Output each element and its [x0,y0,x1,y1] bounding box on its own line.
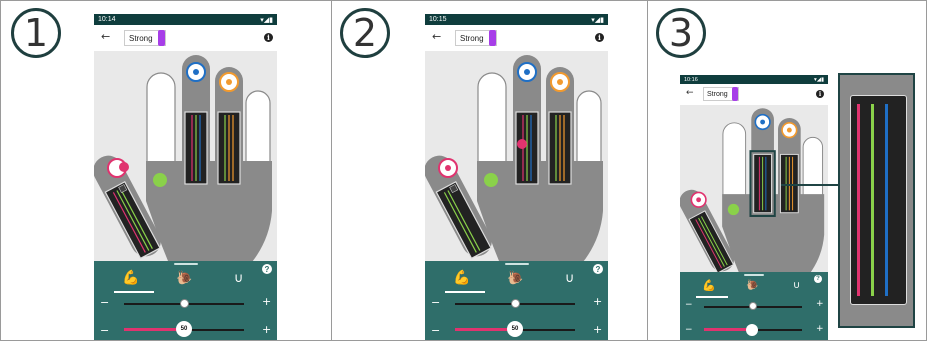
intensity-value[interactable]: 50 [176,321,192,337]
muscle-arm-icon[interactable]: 💪 [453,270,470,286]
increase-button-1[interactable]: + [593,295,602,308]
decrease-button-1[interactable]: − [431,296,440,309]
electrode-pink-dragged [119,162,129,172]
help-icon[interactable]: ? [593,264,603,274]
intensity-value[interactable] [746,324,758,336]
step-panel-3: 3 10:16 ▾◢▮ ← Strong i 💪 🐌 ∪ ? − + − + [647,0,927,341]
phone-screen-1: 10:14 ▾◢▮ ← Strong i 💪 🐌 ∪ ? − + − 50 + [94,14,277,340]
decrease-button-2[interactable]: − [431,324,440,337]
top-toolbar: ← Strong i [94,25,277,51]
top-toolbar: ← Strong i [425,25,608,51]
active-tab-indicator [114,291,154,293]
active-tab-indicator [696,296,728,298]
info-icon[interactable]: i [816,90,824,98]
active-tab-indicator [445,291,485,293]
electrode-pink-dropped [517,139,527,149]
hand-diagram [680,108,825,284]
step-panel-1: 1 10:14 ▾◢▮ ← Strong i 💪 🐌 ∪ ? − + − 50 … [0,0,332,341]
status-icons: ▾◢▮ [813,76,824,83]
status-time: 10:14 [98,16,116,23]
status-time: 10:16 [684,76,698,83]
mode-label: Strong [129,33,153,43]
drag-handle[interactable] [174,263,198,265]
drag-handle[interactable] [744,274,764,276]
mode-color-swatch [488,30,496,46]
step-badge-1: 1 [11,8,61,58]
snail-icon[interactable]: 🐌 [507,271,523,286]
mode-selector[interactable]: Strong [703,87,739,101]
status-bar: 10:15 ▾◢▮ [425,14,608,25]
phone-screen-2: 10:15 ▾◢▮ ← Strong i 💪 🐌 ∪ ? − + − 50 + [425,14,608,340]
drag-handle[interactable] [505,263,529,265]
step-badge-3: 3 [656,8,706,58]
muscle-arm-icon[interactable]: 💪 [122,270,139,286]
zoomed-line-blue [885,104,888,296]
intensity-value[interactable]: 50 [507,321,523,337]
help-icon[interactable]: ? [262,264,272,274]
status-bar: 10:16 ▾◢▮ [680,75,828,84]
green-dot [153,173,167,187]
arrow-left-icon[interactable]: ← [686,88,694,98]
info-icon[interactable]: i [595,33,604,42]
snail-icon[interactable]: 🐌 [746,280,758,291]
zoom-connector-line [781,184,839,186]
magnet-icon[interactable]: ∪ [793,280,800,291]
zoomed-strip-body [850,95,907,305]
intensity-fill [455,328,515,331]
status-icons: ▾◢▮ [591,16,604,24]
increase-button-2[interactable]: + [593,323,602,336]
snail-icon[interactable]: 🐌 [176,271,192,286]
mode-selector[interactable]: Strong [455,30,497,46]
electrode-strip-ring [548,111,572,185]
hand-diagram [94,55,272,271]
status-icons: ▾◢▮ [260,16,273,24]
increase-button-1[interactable]: + [816,299,824,309]
mode-label: Strong [707,90,728,98]
slider-track-2[interactable] [752,329,802,331]
arrow-left-icon[interactable]: ← [432,30,441,43]
electrode-strip-middle [184,111,208,185]
decrease-button-2[interactable]: − [100,324,109,337]
muscle-arm-icon[interactable]: 💪 [702,279,716,292]
status-time: 10:15 [429,16,447,23]
arrow-left-icon[interactable]: ← [101,30,110,43]
help-icon[interactable]: ? [814,275,822,283]
zoomed-electrode-strip [838,73,915,328]
decrease-button-1[interactable]: − [100,296,109,309]
green-dot [484,173,498,187]
step-badge-2: 2 [340,8,390,58]
step-panel-2: 2 10:15 ▾◢▮ ← Strong i 💪 🐌 ∪ ? − + − 50 … [331,0,648,341]
slider-track-2[interactable] [515,329,575,331]
increase-button-2[interactable]: + [262,323,271,336]
control-panel: 💪 🐌 ∪ ? − + − + [680,272,828,340]
zoomed-line-pink [857,104,860,296]
intensity-fill [124,328,184,331]
mode-color-swatch [157,30,165,46]
slider-thumb-1[interactable] [749,302,757,310]
control-panel: 💪 🐌 ∪ ? − + − 50 + [94,261,277,340]
mode-color-swatch [731,87,738,101]
electrode-strip-ring [217,111,241,185]
hand-diagram [425,55,603,271]
status-bar: 10:14 ▾◢▮ [94,14,277,25]
phone-screen-3: 10:16 ▾◢▮ ← Strong i 💪 🐌 ∪ ? − + − + [680,75,828,340]
slider-track-2[interactable] [184,329,244,331]
increase-button-2[interactable]: + [816,324,824,334]
zoomed-line-green [871,104,874,296]
magnet-icon[interactable]: ∪ [565,271,575,286]
slider-thumb-1[interactable] [180,299,189,308]
top-toolbar: ← Strong i [680,84,828,105]
decrease-button-1[interactable]: − [685,300,693,310]
mode-label: Strong [460,33,484,43]
control-panel: 💪 🐌 ∪ ? − + − 50 + [425,261,608,340]
info-icon[interactable]: i [264,33,273,42]
mode-selector[interactable]: Strong [124,30,166,46]
slider-thumb-1[interactable] [511,299,520,308]
decrease-button-2[interactable]: − [685,325,693,335]
increase-button-1[interactable]: + [262,295,271,308]
intensity-fill [704,328,752,331]
magnet-icon[interactable]: ∪ [234,271,244,286]
